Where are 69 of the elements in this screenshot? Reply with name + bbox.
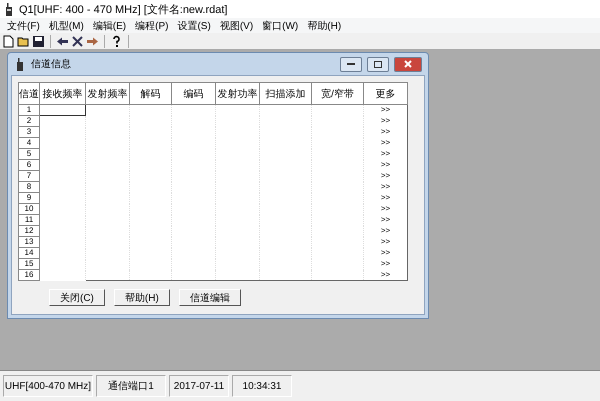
row-number: 6 [18, 160, 40, 170]
menu-item[interactable]: 窗口(W) [259, 18, 304, 32]
save-icon[interactable] [32, 34, 45, 48]
column-header: 发射频率 [86, 82, 130, 104]
minimize-icon [347, 62, 355, 66]
row-number: 11 [18, 214, 40, 226]
more-button[interactable]: >> [364, 192, 408, 204]
close-icon [404, 60, 412, 68]
more-button[interactable]: >> [364, 126, 408, 138]
more-button[interactable]: >> [364, 148, 408, 160]
window-title: Q1[UHF: 400 - 470 MHz] [文件名:new.rdat] [19, 2, 228, 16]
more-button[interactable]: >> [364, 204, 408, 214]
more-button[interactable]: >> [364, 270, 408, 280]
row-number: 10 [18, 204, 40, 214]
column-header: 编码 [172, 82, 216, 104]
status-panel: 10:34:31 [232, 375, 292, 397]
column-header: 信道 [18, 82, 40, 104]
menu-item[interactable]: 机型(M) [46, 18, 90, 32]
more-button[interactable]: >> [364, 104, 408, 116]
row-number: 13 [18, 236, 40, 248]
more-button[interactable]: >> [364, 248, 408, 258]
child-window-title: 信道信息 [31, 58, 72, 71]
row-number: 15 [18, 258, 40, 270]
maximize-icon [374, 60, 382, 68]
help-icon[interactable] [110, 34, 123, 48]
row-number: 2 [18, 116, 40, 126]
row-number: 16 [18, 270, 40, 280]
maximize-button[interactable] [367, 56, 389, 72]
more-button[interactable]: >> [364, 236, 408, 248]
right-arrow-icon[interactable] [86, 34, 99, 48]
row-number: 14 [18, 248, 40, 258]
dialog-button[interactable]: 帮助(H) [114, 289, 170, 306]
row-number: 12 [18, 226, 40, 236]
menu-item[interactable]: 文件(F) [4, 18, 46, 32]
row-number: 9 [18, 192, 40, 204]
close-button[interactable] [394, 56, 422, 72]
row-number: 8 [18, 182, 40, 192]
more-button[interactable]: >> [364, 160, 408, 170]
row-number: 7 [18, 170, 40, 182]
status-panel: 通信端口1 [96, 375, 166, 397]
more-button[interactable]: >> [364, 116, 408, 126]
row-number: 1 [18, 104, 40, 116]
status-panel: UHF[400-470 MHz] [3, 375, 93, 397]
row-number: 3 [18, 126, 40, 138]
column-header: 扫描添加 [260, 82, 312, 104]
crossed-arrows-icon[interactable] [71, 34, 84, 48]
more-button[interactable]: >> [364, 138, 408, 148]
more-button[interactable]: >> [364, 182, 408, 192]
menu-item[interactable]: 帮助(H) [304, 18, 348, 32]
column-header: 接收频率 [40, 82, 86, 104]
more-button[interactable]: >> [364, 226, 408, 236]
column-header: 解码 [130, 82, 172, 104]
more-button[interactable]: >> [364, 170, 408, 182]
column-header: 发射功率 [216, 82, 260, 104]
more-button[interactable]: >> [364, 258, 408, 270]
menu-item[interactable]: 编程(P) [132, 18, 174, 32]
row-number: 4 [18, 138, 40, 148]
column-header: 更多 [364, 82, 408, 104]
more-button[interactable]: >> [364, 214, 408, 226]
row-number: 5 [18, 148, 40, 160]
menu-item[interactable]: 编辑(E) [90, 18, 132, 32]
menu-item[interactable]: 设置(S) [174, 18, 217, 32]
dialog-button[interactable]: 关闭(C) [49, 289, 105, 306]
left-arrow-icon[interactable] [56, 34, 69, 48]
dialog-button[interactable]: 信道编辑 [178, 289, 241, 306]
menu-item[interactable]: 视图(V) [216, 18, 260, 32]
minimize-button[interactable] [340, 56, 362, 72]
column-header: 宽/窄带 [312, 82, 364, 104]
status-panel: 2017-07-11 [169, 375, 229, 397]
